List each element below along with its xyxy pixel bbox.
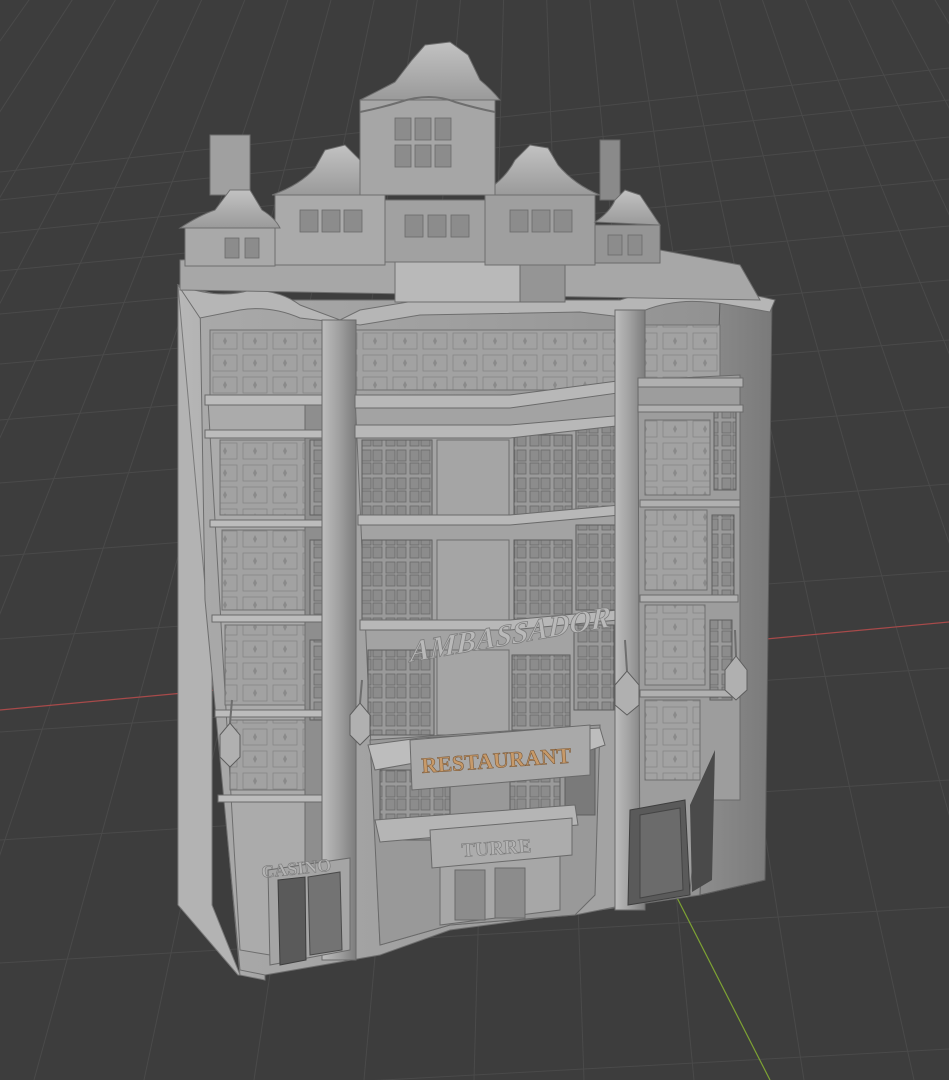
3d-viewport[interactable]: AMBASSADOR RESTAURANT TURRE CASINO <box>0 0 949 1080</box>
scene-canvas: AMBASSADOR RESTAURANT TURRE CASINO <box>0 0 949 1080</box>
building-model: AMBASSADOR RESTAURANT TURRE CASINO <box>176 41 776 981</box>
y-axis-line <box>667 879 771 1080</box>
center-windows <box>361 424 617 736</box>
